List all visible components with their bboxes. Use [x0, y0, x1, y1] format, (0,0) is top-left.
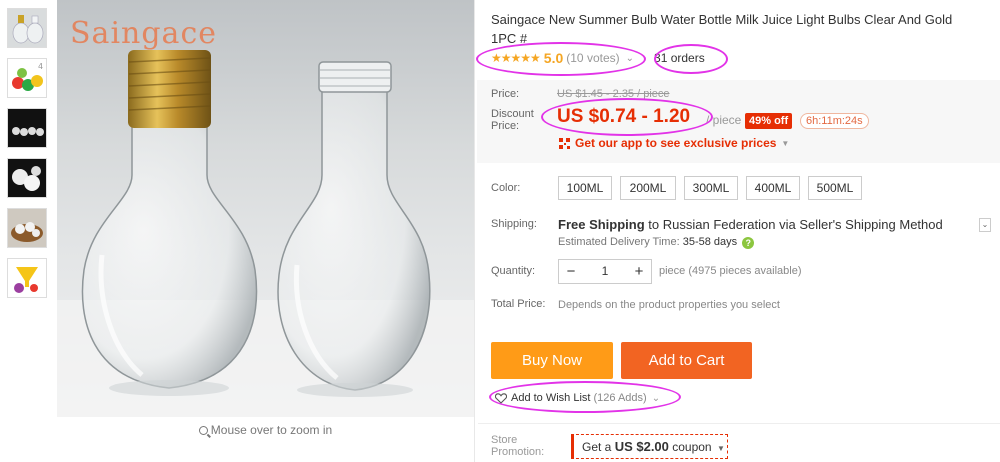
- delivery-eta-label: Estimated Delivery Time:: [558, 236, 683, 248]
- color-option-400ml[interactable]: 400ML: [746, 176, 800, 200]
- thumbnail-4[interactable]: [7, 158, 47, 198]
- zoom-hint: Mouse over to zoom in: [57, 423, 474, 437]
- section-divider: [478, 423, 1000, 424]
- discount-label-line2: Price:: [491, 120, 520, 132]
- thumbnail-3[interactable]: [7, 108, 47, 148]
- delivery-estimate: Estimated Delivery Time: 35-58 days ?: [558, 236, 755, 249]
- thumbnail-6[interactable]: [7, 258, 47, 298]
- original-price: US $1.45 - 2.35 / piece: [557, 88, 670, 100]
- price-label: Price:: [491, 88, 520, 100]
- magnifier-icon: [198, 426, 208, 435]
- quantity-decrease-button[interactable]: −: [559, 260, 583, 283]
- quantity-available: piece (4975 pieces available): [659, 265, 802, 277]
- svg-text:4: 4: [38, 62, 43, 71]
- caret-down-icon[interactable]: ▼: [781, 139, 789, 148]
- chevron-down-icon[interactable]: ⌄: [652, 393, 660, 404]
- zoom-hint-text: Mouse over to zoom in: [210, 423, 333, 437]
- coupon-amount: US $2.00: [614, 439, 669, 454]
- shipping-country: Russian Federation: [662, 217, 776, 232]
- quantity-stepper: − 1 +: [558, 259, 652, 284]
- color-option-500ml[interactable]: 500ML: [808, 176, 862, 200]
- add-to-wish-list[interactable]: Add to Wish List (126 Adds) ⌄: [495, 392, 660, 404]
- panel-divider: [474, 0, 475, 462]
- product-title: Saingace New Summer Bulb Water Bottle Mi…: [491, 12, 953, 46]
- total-price-text: Depends on the product properties you se…: [558, 299, 780, 311]
- bulb-bottles-photo: [57, 50, 474, 417]
- wish-list-count: (126 Adds): [593, 392, 647, 404]
- store-label-line1: Store: [491, 434, 518, 446]
- qr-code-icon: [559, 137, 570, 149]
- brand-watermark: Saingace: [70, 16, 217, 51]
- thumbnail-1[interactable]: [7, 8, 47, 48]
- quantity-increase-button[interactable]: +: [627, 260, 651, 283]
- thumbnail-2[interactable]: 4: [7, 58, 47, 98]
- caret-down-icon[interactable]: ▼: [717, 444, 725, 453]
- price-unit: / piece: [706, 113, 742, 127]
- coupon-prefix: Get a: [582, 440, 615, 454]
- rating-score: 5.0: [543, 50, 564, 66]
- coupon-suffix: coupon: [668, 440, 712, 454]
- countdown-timer: 6h:11m:24s: [800, 113, 869, 129]
- quantity-label: Quantity:: [491, 265, 536, 277]
- thumbnail-list: 4: [7, 8, 49, 308]
- color-option-300ml[interactable]: 300ML: [684, 176, 738, 200]
- discount-price-label: Discount Price:: [491, 108, 534, 132]
- star-rating-icon: ★★★★★: [491, 51, 541, 65]
- quantity-input[interactable]: 1: [583, 260, 627, 283]
- question-icon[interactable]: ?: [742, 237, 755, 249]
- wish-list-text[interactable]: Add to Wish List: [511, 392, 590, 404]
- chevron-down-icon[interactable]: ⌄: [626, 53, 634, 64]
- app-promo-link[interactable]: Get our app to see exclusive prices ▼: [559, 136, 789, 150]
- discount-badge: 49% off: [745, 113, 793, 129]
- shipping-to: to: [644, 217, 663, 232]
- store-label-line2: Promotion:: [491, 446, 545, 458]
- rating-row: ★★★★★ 5.0 (10 votes) ⌄ 31 orders: [491, 50, 705, 66]
- delivery-days: 35-58 days: [682, 236, 738, 248]
- discount-price: US $0.74 - 1.20: [557, 106, 691, 127]
- total-price-label: Total Price:: [491, 298, 546, 310]
- color-option-100ml[interactable]: 100ML: [558, 176, 612, 200]
- color-option-200ml[interactable]: 200ML: [620, 176, 676, 200]
- store-promotion-label: Store Promotion:: [491, 434, 544, 458]
- store-coupon-button[interactable]: Get a US $2.00 coupon ▼: [571, 434, 728, 459]
- order-count: 31 orders: [654, 51, 705, 65]
- shipping-via: via: [775, 217, 800, 232]
- discount-label-line1: Discount: [491, 108, 534, 120]
- color-label: Color:: [491, 182, 521, 194]
- chevron-down-icon[interactable]: ⌄: [979, 218, 991, 232]
- add-to-cart-button[interactable]: Add to Cart: [621, 342, 752, 379]
- buy-now-button[interactable]: Buy Now: [491, 342, 613, 379]
- thumbnail-5[interactable]: [7, 208, 47, 248]
- shipping-label: Shipping:: [491, 218, 537, 230]
- app-promo-text[interactable]: Get our app to see exclusive prices: [575, 136, 776, 150]
- heart-icon: [495, 392, 507, 404]
- main-product-image[interactable]: Saingace: [57, 0, 474, 417]
- vote-count[interactable]: (10 votes): [566, 51, 619, 65]
- shipping-method[interactable]: Free Shipping to Russian Federation via …: [558, 217, 943, 232]
- shipping-method-name: Seller's Shipping Method: [799, 217, 943, 232]
- free-shipping-text: Free Shipping: [558, 217, 645, 232]
